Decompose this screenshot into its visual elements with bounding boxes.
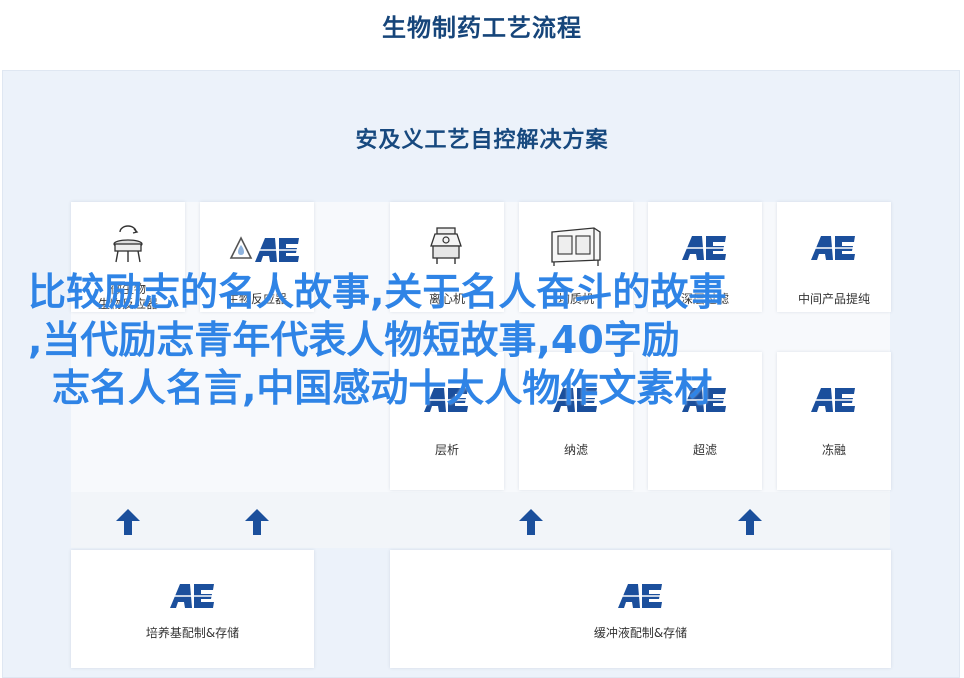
card-media-prep-storage: 培养基配制&存储	[71, 550, 314, 668]
arrow-band	[71, 492, 890, 548]
card-label: 超滤	[692, 443, 717, 457]
ae-logo-icon	[169, 584, 214, 608]
page-title: 生物制药工艺流程	[382, 14, 582, 42]
arrow-up-icon	[245, 509, 269, 535]
arrow-up-icon	[519, 509, 543, 535]
card-label: 层析	[434, 443, 459, 457]
card-buffer-prep-storage: 缓冲液配制&存储	[390, 550, 891, 668]
ae-logo-icon	[255, 238, 299, 262]
overlay-headline: 比较励志的名人故事,关于名人奋斗的故事 ,当代励志青年代表人物短故事,40字励 …	[0, 268, 964, 412]
arrow-up-icon	[116, 509, 140, 535]
centrifuge-icon	[430, 227, 462, 264]
card-label: 冻融	[821, 443, 846, 457]
bioreactor-icon	[113, 225, 143, 263]
overlay-line-2: ,当代励志青年代表人物短故事,40字励	[28, 318, 680, 362]
ae-logo-icon	[617, 584, 662, 608]
diagram-subtitle: 安及义工艺自控解决方案	[355, 128, 609, 153]
card-label: 培养基配制&存储	[145, 626, 240, 640]
overlay-line-3: 志名人名言,中国感动十大人物作文素材	[52, 366, 713, 410]
card-label: 纳滤	[563, 443, 588, 457]
arrow-up-icon	[738, 509, 762, 535]
homogenizer-icon	[551, 227, 601, 266]
droplet-icon	[229, 236, 253, 259]
ae-logo-icon	[682, 236, 726, 260]
overlay-line-1: 比较励志的名人故事,关于名人奋斗的故事	[28, 270, 727, 314]
card-label: 缓冲液配制&存储	[593, 626, 688, 640]
ae-logo-icon	[811, 236, 855, 260]
